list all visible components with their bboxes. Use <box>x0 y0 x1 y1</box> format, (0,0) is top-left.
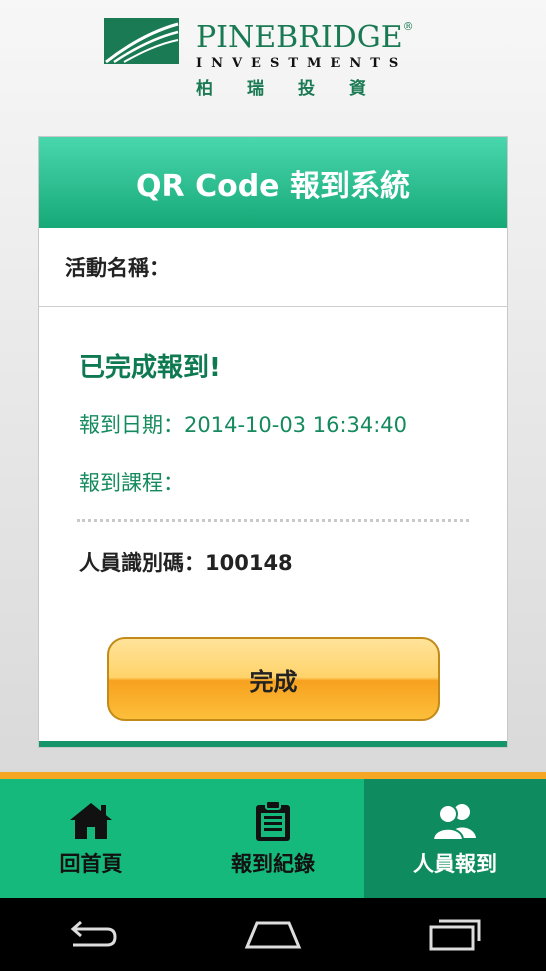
event-name-label: 活動名稱： <box>39 228 507 307</box>
divider <box>77 519 469 522</box>
tab-records-label: 報到紀錄 <box>231 851 315 876</box>
pinebridge-logo: PINEBRIDGE® INVESTMENTS 柏瑞投資 <box>104 18 424 99</box>
tab-home[interactable]: 回首頁 <box>0 779 182 898</box>
tab-bar: 回首頁 報到紀錄 人員報到 <box>0 772 546 898</box>
tab-home-label: 回首頁 <box>59 851 123 876</box>
checkin-status: 已完成報到! <box>79 353 221 383</box>
person-id: 人員識別碼：100148 <box>79 551 293 575</box>
brand-subtitle: INVESTMENTS <box>196 56 408 71</box>
brand-chinese: 柏瑞投資 <box>196 79 400 99</box>
pinebridge-logo-icon <box>104 18 179 64</box>
home-nav-icon[interactable] <box>243 917 303 953</box>
checkin-date: 報到日期：2014-10-03 16:34:40 <box>79 413 408 437</box>
card-footer-line <box>39 741 507 747</box>
people-icon <box>432 803 476 841</box>
card-title: QR Code 報到系統 <box>39 137 507 228</box>
recents-icon[interactable] <box>425 917 485 953</box>
checkin-card: QR Code 報到系統 活動名稱： 已完成報到! 報到日期：2014-10-0… <box>38 136 508 748</box>
back-icon[interactable] <box>61 917 121 953</box>
tab-checkin[interactable]: 人員報到 <box>364 779 546 898</box>
clipboard-icon <box>256 799 290 841</box>
done-button[interactable]: 完成 <box>107 637 440 721</box>
system-nav-bar <box>0 898 546 971</box>
brand-name: PINEBRIDGE® <box>196 20 414 55</box>
checkin-course: 報到課程： <box>79 471 184 495</box>
home-icon <box>70 802 112 839</box>
tab-records[interactable]: 報到紀錄 <box>182 779 364 898</box>
tab-checkin-label: 人員報到 <box>413 851 497 876</box>
